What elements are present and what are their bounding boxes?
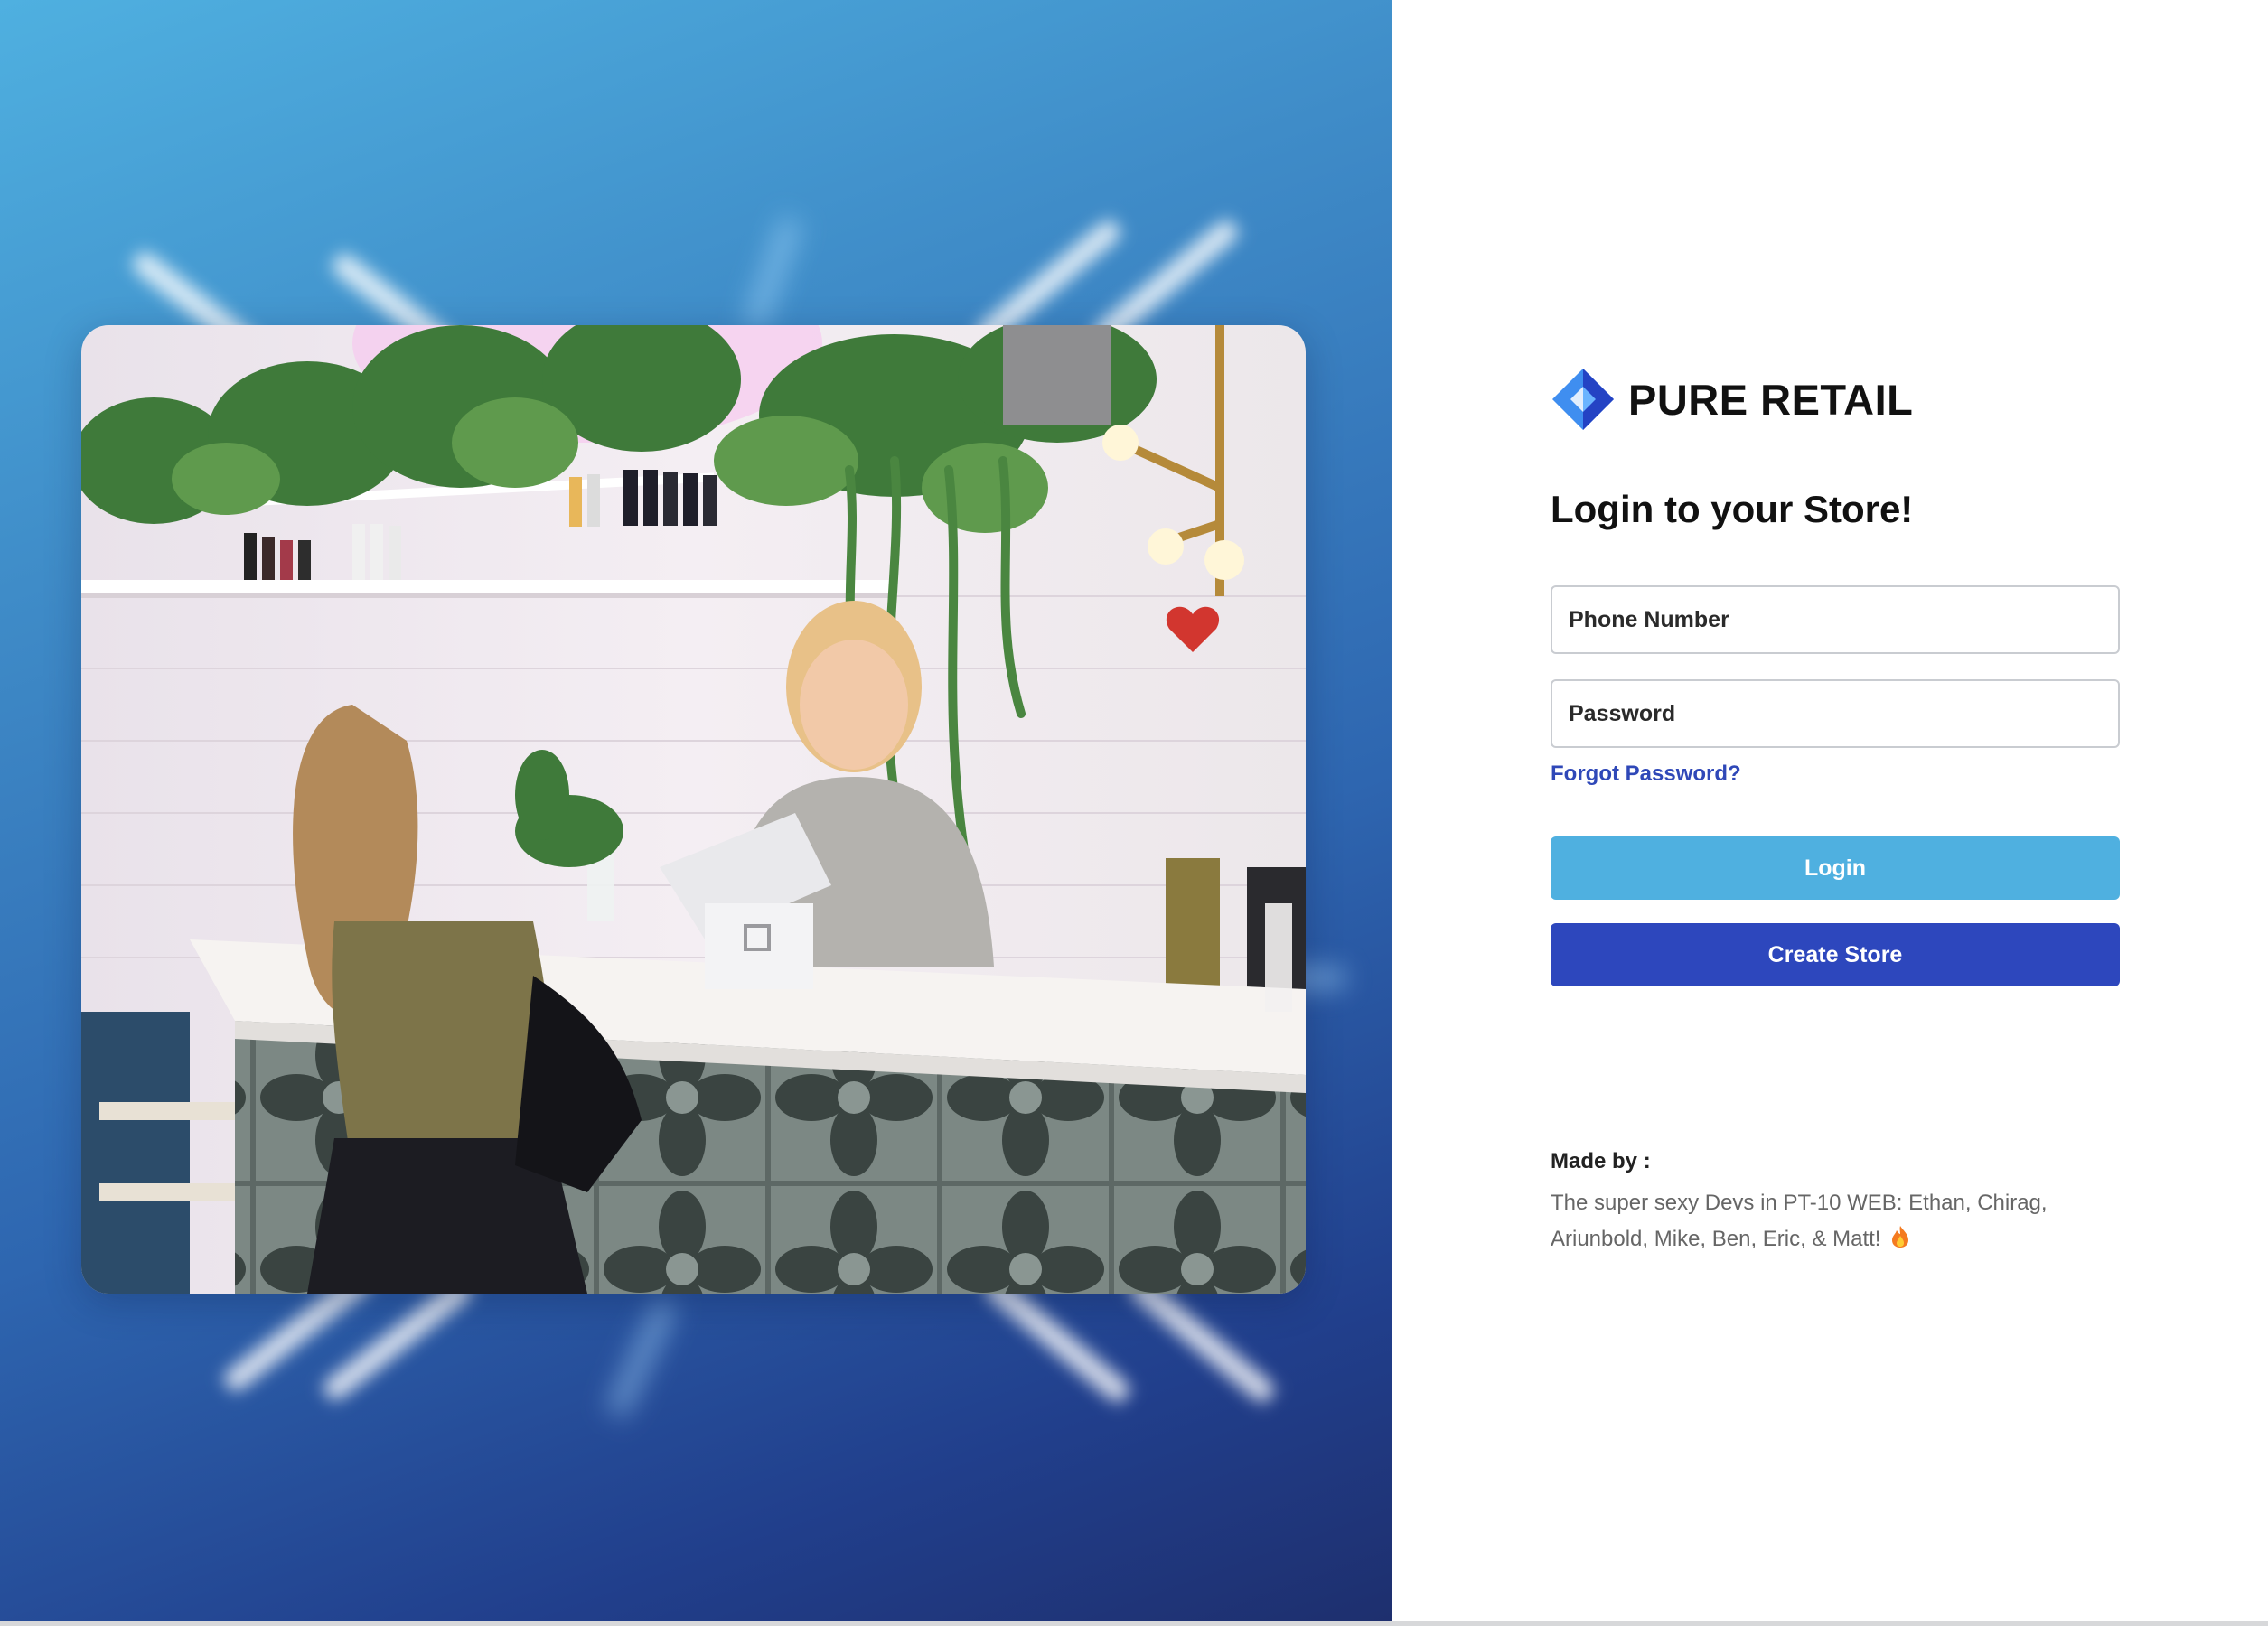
storefront-illustration [81,325,1306,1294]
hero-panel [0,0,1392,1621]
login-page: PURE RETAIL Login to your Store! Forgot … [0,0,2268,1626]
brand-name: PURE RETAIL [1628,375,1914,424]
phone-number-input[interactable] [1551,585,2120,654]
page-title: Login to your Store! [1551,488,1914,530]
bottom-divider [0,1621,2268,1626]
login-panel: PURE RETAIL Login to your Store! Forgot … [1392,0,2268,1621]
diamond-logo-icon [1552,369,1614,430]
create-store-button[interactable]: Create Store [1551,923,2120,986]
brand: PURE RETAIL [1551,365,1913,434]
login-button[interactable]: Login [1551,836,2120,900]
forgot-password-link[interactable]: Forgot Password? [1551,762,1741,787]
storefront-photo [81,325,1306,1294]
light-streak [741,214,804,333]
password-input[interactable] [1551,679,2120,748]
credits: Made by : The super sexy Devs in PT-10 W… [1551,1149,2129,1257]
credits-label: Made by : [1551,1149,1651,1173]
light-streak [604,1295,679,1420]
credits-text-wrap: The super sexy Devs in PT-10 WEB: Ethan,… [1551,1185,2129,1257]
credits-text: The super sexy Devs in PT-10 WEB: Ethan,… [1551,1191,2048,1251]
fire-icon [1892,1226,1909,1248]
